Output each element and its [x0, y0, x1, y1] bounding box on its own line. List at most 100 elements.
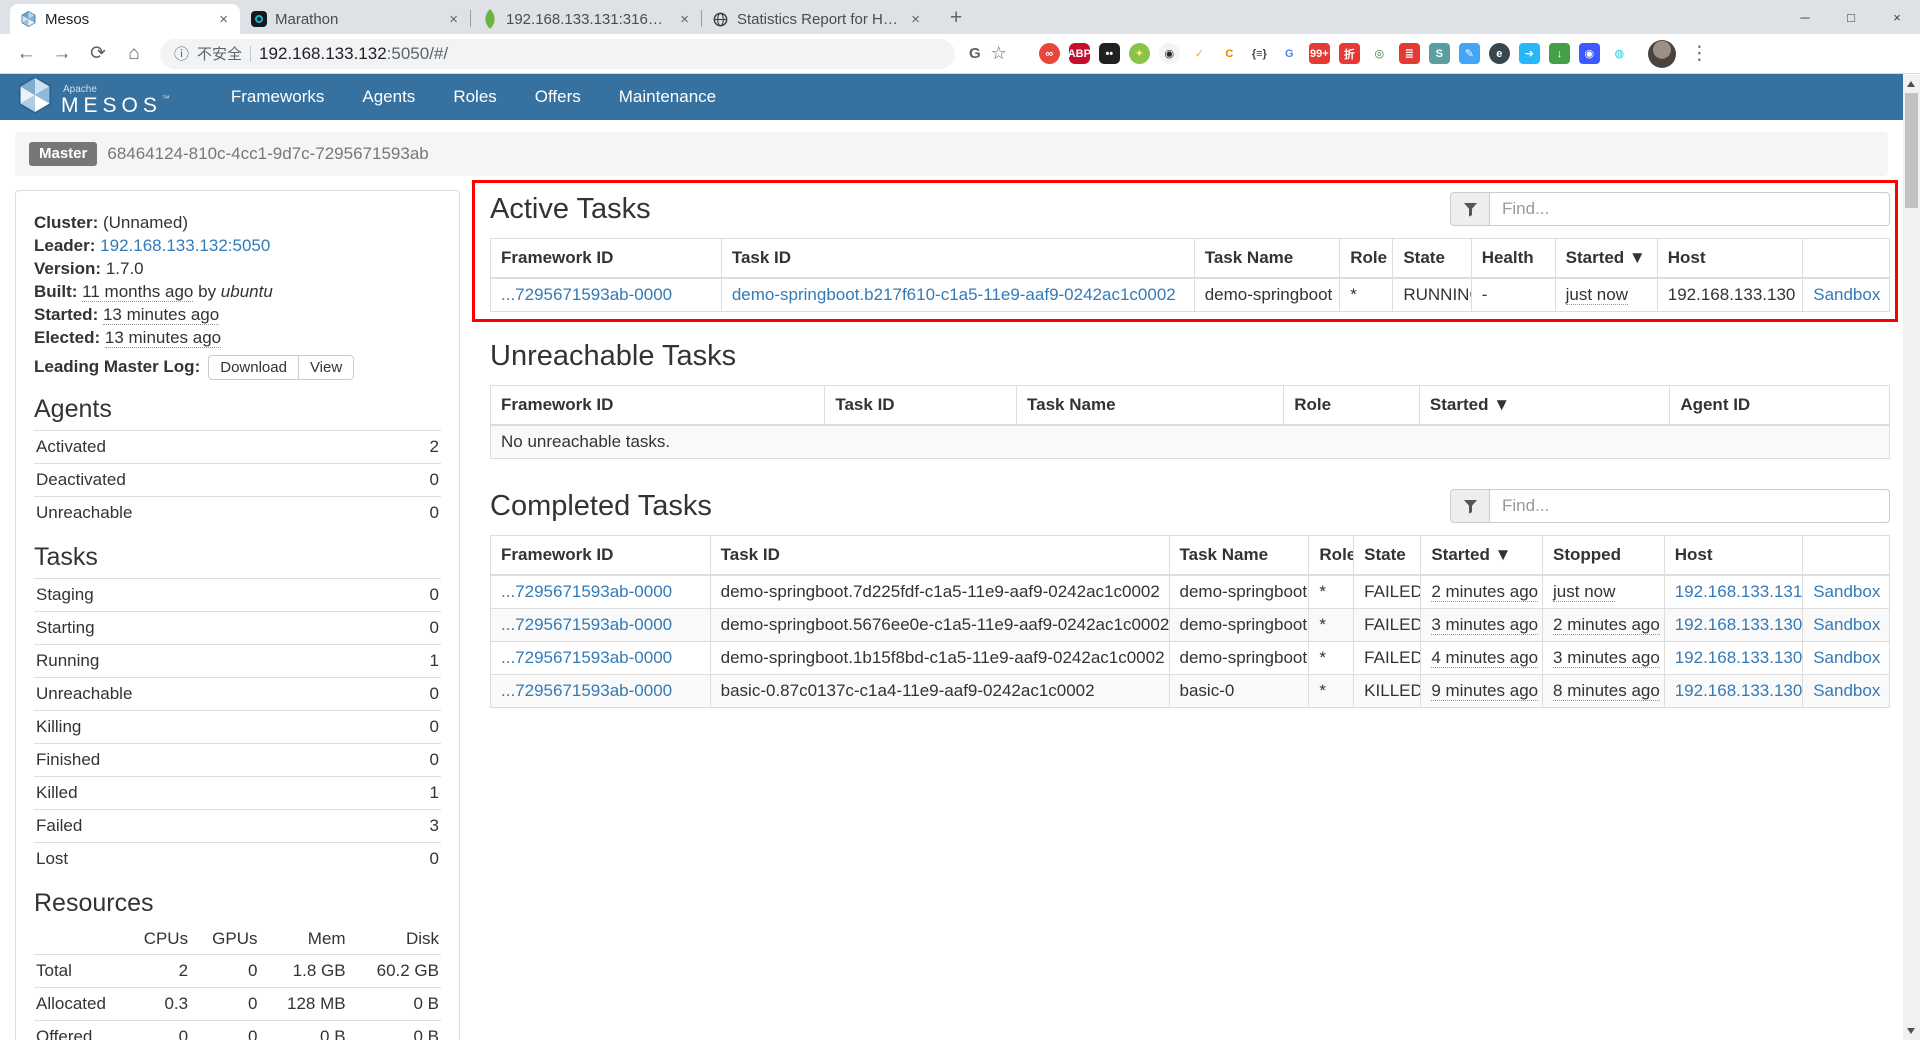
column-header[interactable]: Task Name	[1194, 239, 1339, 279]
column-header[interactable]: Task ID	[710, 536, 1169, 576]
column-header[interactable]	[1803, 239, 1890, 279]
tab-close-icon[interactable]: ×	[909, 11, 922, 28]
tab-marathon[interactable]: Marathon ×	[240, 4, 470, 34]
column-header[interactable]: Role	[1309, 536, 1354, 576]
page-scrollbar[interactable]	[1903, 75, 1920, 1040]
tab-haproxy-stats[interactable]: Statistics Report for HAProxy ×	[702, 4, 932, 34]
column-header[interactable]: Stopped	[1543, 536, 1665, 576]
home-button[interactable]: ⌂	[118, 38, 150, 70]
green-gem-extension-icon[interactable]: ✦	[1129, 43, 1150, 64]
bookmark-star-icon[interactable]: ☆	[991, 43, 1007, 64]
column-header[interactable]: Role	[1284, 386, 1420, 426]
host-link[interactable]: 192.168.133.130	[1675, 648, 1803, 667]
close-button[interactable]: ×	[1874, 0, 1920, 34]
sandbox-link[interactable]: Sandbox	[1813, 681, 1880, 700]
tab-close-icon[interactable]: ×	[447, 11, 460, 28]
nav-link[interactable]: Maintenance	[600, 75, 735, 119]
tab-mesos[interactable]: Mesos ×	[10, 4, 240, 34]
back-button[interactable]: ←	[10, 38, 42, 70]
nav-link[interactable]: Roles	[434, 75, 515, 119]
screenshot-new-extension-icon[interactable]: ◉	[1579, 43, 1600, 64]
translate-icon[interactable]: G	[969, 45, 981, 62]
column-header[interactable]: Started ▼	[1419, 386, 1669, 426]
info-icon[interactable]: ⓘ	[174, 43, 189, 64]
view-log-button[interactable]: View	[298, 355, 354, 380]
framework-id-link[interactable]: ...7295671593ab-0000	[501, 648, 672, 667]
maximize-button[interactable]: □	[1828, 0, 1874, 34]
role-cell: *	[1309, 609, 1354, 642]
framework-id-link[interactable]: ...7295671593ab-0000	[501, 681, 672, 700]
notifier-99-extension-icon[interactable]: 99+	[1309, 43, 1330, 64]
filter-button[interactable]	[1450, 192, 1490, 226]
host-link[interactable]: 192.168.133.130	[1675, 681, 1803, 700]
download-log-button[interactable]: Download	[208, 355, 299, 380]
google-translate-extension-icon[interactable]: G	[1279, 43, 1300, 64]
profile-avatar[interactable]	[1648, 40, 1676, 68]
scroll-down-icon[interactable]	[1907, 1028, 1915, 1034]
browser-menu-icon[interactable]: ⋮	[1680, 42, 1719, 65]
column-header[interactable]: Started ▼	[1421, 536, 1543, 576]
nav-link[interactable]: Offers	[516, 75, 600, 119]
column-header[interactable]: State	[1354, 536, 1421, 576]
column-header[interactable]: Task ID	[721, 239, 1194, 279]
column-header[interactable]: Host	[1657, 239, 1802, 279]
framework-id-link[interactable]: ...7295671593ab-0000	[501, 285, 672, 304]
framework-id-link[interactable]: ...7295671593ab-0000	[501, 582, 672, 601]
orange-c-loop-extension-icon[interactable]: C	[1219, 43, 1240, 64]
blue-note-pencil-extension-icon[interactable]: ✎	[1459, 43, 1480, 64]
adblock-plus-extension-icon[interactable]: ABP	[1069, 43, 1090, 64]
task-id-link[interactable]: demo-springboot.b217f610-c1a5-11e9-aaf9-…	[732, 285, 1176, 304]
check-circle-extension-icon[interactable]: ✓	[1189, 43, 1210, 64]
address-bar[interactable]: ⓘ 不安全 192.168.133.132:5050/#/	[160, 39, 955, 69]
teal-s-extension-icon[interactable]: S	[1429, 43, 1450, 64]
column-header[interactable]: Framework ID	[491, 536, 711, 576]
column-header[interactable]: Task Name	[1017, 386, 1284, 426]
column-header[interactable]: Started ▼	[1555, 239, 1657, 279]
leader-link[interactable]: 192.168.133.132:5050	[100, 236, 270, 255]
tab-close-icon[interactable]: ×	[678, 11, 691, 28]
ie-tab-extension-icon[interactable]: e	[1489, 43, 1510, 64]
column-header[interactable]: State	[1393, 239, 1471, 279]
infinity-proxy-extension-icon[interactable]: ∞	[1039, 43, 1060, 64]
framework-id-link[interactable]: ...7295671593ab-0000	[501, 615, 672, 634]
nav-link[interactable]: Frameworks	[212, 75, 344, 119]
tab-title: Mesos	[45, 11, 209, 28]
forward-button[interactable]: →	[46, 38, 78, 70]
octocat-badge-extension-icon[interactable]: ◉	[1159, 43, 1180, 64]
mesh-globe-extension-icon[interactable]: ◍	[1609, 43, 1630, 64]
host-link[interactable]: 192.168.133.131	[1675, 582, 1803, 601]
scroll-up-icon[interactable]	[1907, 81, 1915, 87]
dark-cat-extension-icon[interactable]: ••	[1099, 43, 1120, 64]
sandbox-link[interactable]: Sandbox	[1813, 582, 1880, 601]
column-header[interactable]: Host	[1664, 536, 1803, 576]
red-checklist-extension-icon[interactable]: ≣	[1399, 43, 1420, 64]
column-header[interactable]: Health	[1471, 239, 1555, 279]
column-header[interactable]: Agent ID	[1670, 386, 1890, 426]
completed-tasks-find-input[interactable]	[1490, 489, 1890, 523]
minimize-button[interactable]: ─	[1782, 0, 1828, 34]
tab-hello-world[interactable]: 192.168.133.131:31657/hello w ×	[471, 4, 701, 34]
column-header[interactable]: Framework ID	[491, 239, 722, 279]
host-link[interactable]: 192.168.133.130	[1675, 615, 1803, 634]
active-tasks-find-input[interactable]	[1490, 192, 1890, 226]
scrollbar-thumb[interactable]	[1905, 93, 1918, 208]
person-search-extension-icon[interactable]: ◎	[1369, 43, 1390, 64]
tab-close-icon[interactable]: ×	[217, 11, 230, 28]
sandbox-link[interactable]: Sandbox	[1813, 648, 1880, 667]
coupon-zhe-extension-icon[interactable]: 折	[1339, 43, 1360, 64]
column-header[interactable]: Role	[1340, 239, 1393, 279]
filter-button[interactable]	[1450, 489, 1490, 523]
chrome-download-extension-icon[interactable]: ↓	[1549, 43, 1570, 64]
nav-link[interactable]: Agents	[343, 75, 434, 119]
column-header[interactable]: Task Name	[1169, 536, 1309, 576]
braces-json-extension-icon[interactable]: {≡}	[1249, 43, 1270, 64]
new-tab-button[interactable]: +	[942, 6, 970, 30]
mesos-brand[interactable]: Apache MESOS™	[18, 76, 170, 119]
sandbox-link[interactable]: Sandbox	[1813, 615, 1880, 634]
reload-button[interactable]: ⟳	[82, 38, 114, 70]
share-arrow-extension-icon[interactable]: ➜	[1519, 43, 1540, 64]
column-header[interactable]: Framework ID	[491, 386, 825, 426]
sandbox-link[interactable]: Sandbox	[1813, 285, 1880, 304]
column-header[interactable]: Task ID	[825, 386, 1017, 426]
column-header[interactable]	[1803, 536, 1890, 576]
